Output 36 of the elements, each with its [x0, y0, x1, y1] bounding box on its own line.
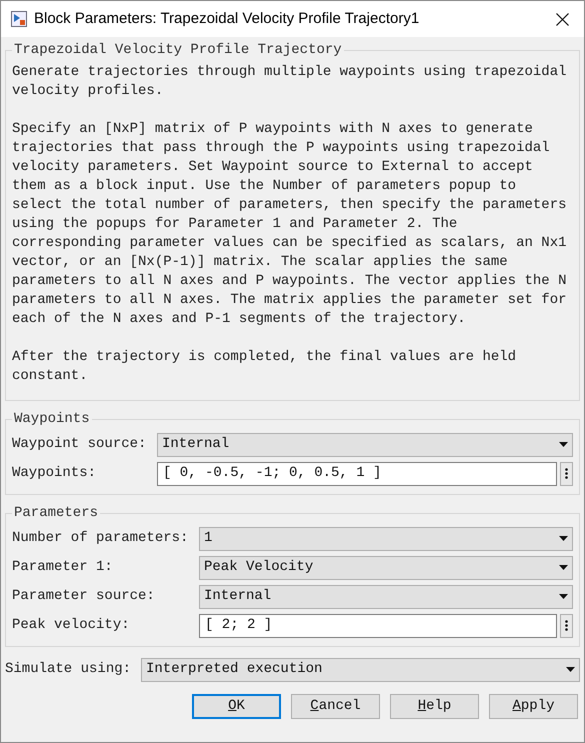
more-options-button[interactable] [560, 462, 573, 486]
field-label: Simulate using: [5, 660, 132, 679]
group-title: Parameters [13, 504, 100, 523]
dialog-button[interactable]: Help [390, 694, 479, 719]
description-text: Specify an [NxP] matrix of P waypoints with N axes to generate trajectories that pass through the P waypoints using trapezoidal velocity parameters. Set Waypoint source to External to accept them as a block input. Use the Number of parameters popup to select the total number of parameters, then specify the parameters using the popups for Parameter 1 and Parameter 2. The corresponding parameter values can be specified as scalars, an Nx1 vector, or an [Nx(P-1)] matrix. The scalar applies the same parameters to all N axes and P waypoints. The vector applies the N parameters to all N axes. The matrix applies the parameter set for each of the N axes and P-1 segments of the trajectory. [12, 120, 568, 329]
field-label: Parameter 1: [12, 558, 114, 577]
dropdown-caret-icon [566, 667, 575, 672]
field-label: Waypoint source: [12, 435, 148, 454]
dialog-button[interactable]: OK [192, 694, 281, 719]
close-icon [556, 12, 568, 26]
dropdown-caret-icon [559, 442, 568, 447]
group-title: Trapezoidal Velocity Profile Trajectory [13, 41, 343, 60]
field-label: Peak velocity: [12, 616, 131, 635]
vertical-dots-icon [565, 620, 568, 631]
description-text: Generate trajectories through multiple waypoints using trapezoidal velocity profiles. [12, 63, 568, 101]
group-title: Waypoints [13, 410, 91, 429]
dropdown-caret-icon [559, 594, 568, 599]
dropdown[interactable]: Internal [199, 584, 573, 608]
dialog-button[interactable]: Apply [489, 694, 578, 719]
description-text: After the trajectory is completed, the final values are held constant. [12, 348, 518, 386]
field-label: Number of parameters: [12, 529, 190, 548]
field-label: Waypoints: [12, 464, 98, 483]
more-options-button[interactable] [560, 614, 573, 638]
dropdown[interactable]: Interpreted execution [141, 658, 580, 682]
field-label: Parameter source: [12, 587, 156, 606]
dropdown[interactable]: Peak Velocity [199, 556, 573, 580]
dialog-button[interactable]: Cancel [291, 694, 380, 719]
dropdown-caret-icon [559, 536, 568, 541]
dropdown[interactable]: 1 [199, 526, 573, 550]
vertical-dots-icon [565, 468, 568, 479]
dropdown[interactable]: Internal [157, 432, 573, 456]
dropdown-caret-icon [559, 565, 568, 570]
block-icon [11, 11, 27, 27]
input-field[interactable]: [ 0, -0.5, -1; 0, 0.5, 1 ] [157, 462, 557, 486]
input-field[interactable]: [ 2; 2 ] [199, 614, 557, 638]
window-title: Block Parameters: Trapezoidal Velocity Profile Trajectory1 [34, 8, 420, 29]
